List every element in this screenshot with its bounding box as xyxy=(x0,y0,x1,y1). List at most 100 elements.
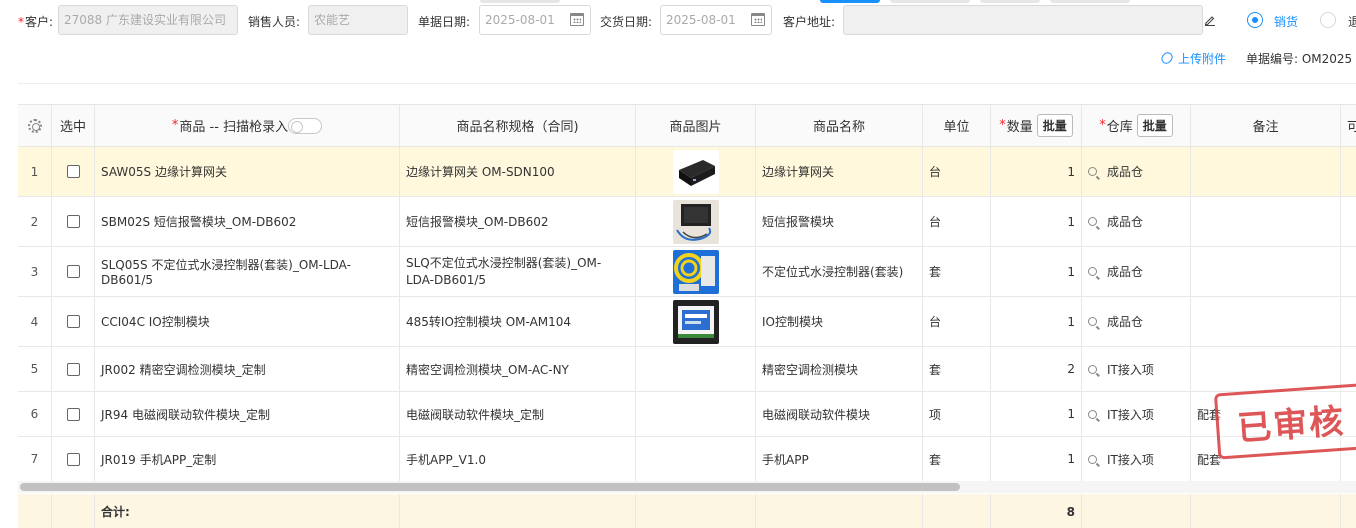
product-image[interactable] xyxy=(672,249,719,294)
warehouse-cell[interactable]: IT接入项 xyxy=(1082,347,1191,391)
search-icon[interactable] xyxy=(1088,217,1097,226)
unit-cell: 台 xyxy=(923,297,991,346)
calendar-icon[interactable] xyxy=(751,13,765,26)
search-icon[interactable] xyxy=(1088,317,1097,326)
radio-sale[interactable] xyxy=(1247,12,1263,28)
horizontal-scrollbar[interactable] xyxy=(18,481,1356,493)
row-index: 7 xyxy=(18,437,52,481)
table-row[interactable]: 1 SAW05S 边缘计算网关 边缘计算网关 OM-SDN100 边缘计算网关 … xyxy=(18,147,1356,197)
delivery-date-value: 2025-08-01 xyxy=(666,13,736,27)
table-row[interactable]: 6 JR94 电磁阀联动软件模块_定制 电磁阀联动软件模块_定制 电磁阀联动软件… xyxy=(18,392,1356,437)
product-cell[interactable]: SAW05S 边缘计算网关 xyxy=(95,147,400,196)
table-row[interactable]: 3 SLQ05S 不定位式水浸控制器(套装)_OM-LDA-DB601/5 SL… xyxy=(18,247,1356,297)
unit-cell: 套 xyxy=(923,437,991,481)
upload-attachment-link[interactable]: 上传附件 xyxy=(1159,50,1227,67)
customer-field[interactable]: 27088 广东建设实业有限公司 xyxy=(58,5,238,35)
spec-cell: 485转IO控制模块 OM-AM104 xyxy=(400,297,636,346)
col-product-label: 商品 -- 扫描枪录入 xyxy=(179,120,289,135)
search-icon[interactable] xyxy=(1088,409,1097,419)
search-icon[interactable] xyxy=(1088,364,1097,374)
image-cell xyxy=(636,297,756,346)
remark-cell[interactable] xyxy=(1191,147,1341,196)
delivery-date-field[interactable]: 2025-08-01 xyxy=(660,5,772,35)
product-cell[interactable]: JR94 电磁阀联动软件模块_定制 xyxy=(95,392,400,436)
warehouse-cell[interactable]: IT接入项 xyxy=(1082,437,1191,481)
name-cell: 边缘计算网关 xyxy=(756,147,923,196)
approved-stamp: 已审核 xyxy=(1213,382,1356,460)
row-checkbox[interactable] xyxy=(66,165,80,178)
col-name: 商品名称 xyxy=(756,105,923,146)
name-cell: 电磁阀联动软件模块 xyxy=(756,392,923,436)
row-checkbox[interactable] xyxy=(66,265,80,278)
qty-cell[interactable]: 1 xyxy=(991,197,1082,246)
unit-cell: 套 xyxy=(923,247,991,296)
upload-label: 上传附件 xyxy=(1178,52,1227,66)
grid-header-row: 选中 * 商品 -- 扫描枪录入 商品名称规格（合同) 商品图片 商品名称 单位 … xyxy=(18,105,1356,147)
qty-cell[interactable]: 1 xyxy=(991,437,1082,481)
product-cell[interactable]: SLQ05S 不定位式水浸控制器(套装)_OM-LDA-DB601/5 xyxy=(95,247,400,296)
spec-cell: 精密空调检测模块_OM-AC-NY xyxy=(400,347,636,391)
scrollbar-thumb[interactable] xyxy=(20,483,960,491)
warehouse-cell[interactable]: 成品仓 xyxy=(1082,197,1191,246)
summary-label: 合计: xyxy=(95,494,400,528)
col-spec: 商品名称规格（合同) xyxy=(400,105,636,146)
scan-toggle[interactable] xyxy=(288,117,323,134)
unit-cell: 套 xyxy=(923,347,991,391)
row-checkbox[interactable] xyxy=(66,215,80,228)
salesperson-field[interactable]: 农能艺 xyxy=(308,5,408,35)
radio-return[interactable] xyxy=(1320,12,1336,28)
address-label: 客户地址: xyxy=(783,15,836,29)
search-icon[interactable] xyxy=(1088,167,1097,176)
row-checkbox[interactable] xyxy=(66,362,80,376)
product-image[interactable] xyxy=(672,199,719,244)
qty-cell[interactable]: 1 xyxy=(991,147,1082,196)
doc-date-field[interactable]: 2025-08-01 xyxy=(479,5,591,35)
table-row[interactable]: 5 JR002 精密空调检测模块_定制 精密空调检测模块_OM-AC-NY 精密… xyxy=(18,347,1356,392)
warehouse-cell[interactable]: 成品仓 xyxy=(1082,147,1191,196)
search-icon[interactable] xyxy=(1088,454,1097,464)
row-index: 3 xyxy=(18,247,52,296)
qty-bulk-button[interactable]: 批量 xyxy=(1036,114,1073,137)
product-cell[interactable]: CCI04C IO控制模块 xyxy=(95,297,400,346)
image-cell xyxy=(636,197,756,246)
spec-cell: 电磁阀联动软件模块_定制 xyxy=(400,392,636,436)
divider xyxy=(18,83,1356,84)
row-checkbox[interactable] xyxy=(66,407,80,421)
image-cell xyxy=(636,437,756,481)
summary-row: 合计: 8 xyxy=(18,494,1356,528)
warehouse-cell[interactable]: IT接入项 xyxy=(1082,392,1191,436)
radio-return-label: 退 xyxy=(1348,15,1356,29)
gear-icon xyxy=(27,118,42,133)
column-settings[interactable] xyxy=(18,105,52,146)
warehouse-cell[interactable]: 成品仓 xyxy=(1082,297,1191,346)
search-icon[interactable] xyxy=(1088,267,1097,276)
qty-cell[interactable]: 1 xyxy=(991,297,1082,346)
remark-cell[interactable] xyxy=(1191,247,1341,296)
product-cell[interactable]: JR019 手机APP_定制 xyxy=(95,437,400,481)
unit-cell: 项 xyxy=(923,392,991,436)
col-more: 可 xyxy=(1341,105,1356,146)
name-cell: 短信报警模块 xyxy=(756,197,923,246)
product-image[interactable] xyxy=(672,299,719,344)
address-field[interactable] xyxy=(843,5,1203,35)
image-cell xyxy=(636,347,756,391)
remark-cell[interactable] xyxy=(1191,197,1341,246)
row-checkbox[interactable] xyxy=(66,315,80,328)
product-image[interactable] xyxy=(672,149,719,194)
table-row[interactable]: 4 CCI04C IO控制模块 485转IO控制模块 OM-AM104 IO控制… xyxy=(18,297,1356,347)
table-row[interactable]: 2 SBM02S 短信报警模块_OM-DB602 短信报警模块_OM-DB602… xyxy=(18,197,1356,247)
calendar-icon[interactable] xyxy=(570,13,584,26)
warehouse-cell[interactable]: 成品仓 xyxy=(1082,247,1191,296)
row-checkbox[interactable] xyxy=(66,452,80,466)
warehouse-bulk-button[interactable]: 批量 xyxy=(1136,114,1173,137)
product-cell[interactable]: JR002 精密空调检测模块_定制 xyxy=(95,347,400,391)
qty-cell[interactable]: 2 xyxy=(991,347,1082,391)
edit-icon[interactable] xyxy=(1204,14,1216,26)
product-cell[interactable]: SBM02S 短信报警模块_OM-DB602 xyxy=(95,197,400,246)
row-index: 1 xyxy=(18,147,52,196)
qty-cell[interactable]: 1 xyxy=(991,392,1082,436)
qty-cell[interactable]: 1 xyxy=(991,247,1082,296)
remark-cell[interactable] xyxy=(1191,297,1341,346)
table-row[interactable]: 7 JR019 手机APP_定制 手机APP_V1.0 手机APP 套 1 IT… xyxy=(18,437,1356,482)
remark-cell[interactable] xyxy=(1191,347,1341,391)
